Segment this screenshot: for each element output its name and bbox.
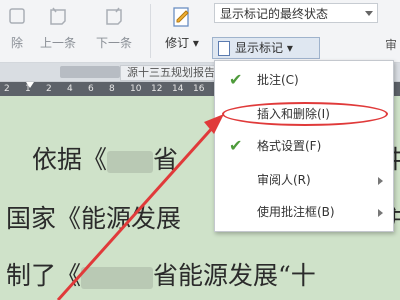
annotation-arrow-icon [56, 114, 224, 300]
